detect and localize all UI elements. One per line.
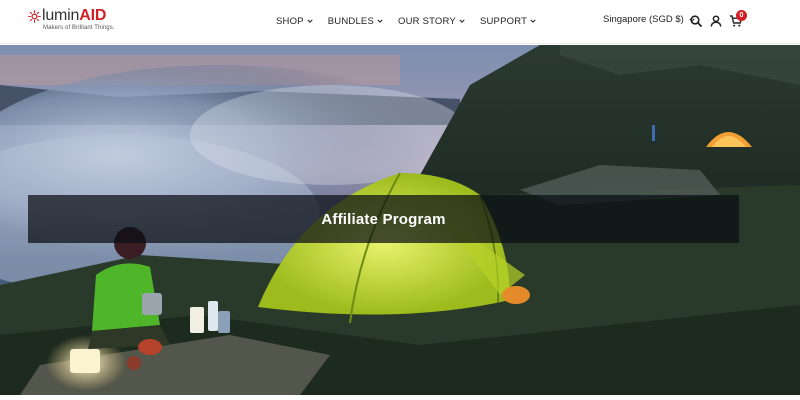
brand-name-part2: AID xyxy=(79,7,107,24)
nav-item-label: SHOP xyxy=(276,15,304,27)
cart-count-badge: 0 xyxy=(736,10,747,21)
chevron-down-icon xyxy=(377,19,383,23)
chevron-down-icon xyxy=(307,19,313,23)
brand-tagline: Makers of Brilliant Things. xyxy=(43,25,115,31)
chevron-down-icon xyxy=(459,19,465,23)
hero-banner: Affiliate Program xyxy=(28,195,739,243)
nav-item-bundles[interactable]: BUNDLES xyxy=(328,14,383,28)
chevron-down-icon xyxy=(530,19,536,23)
page-title: Affiliate Program xyxy=(321,210,446,228)
user-icon[interactable] xyxy=(709,14,723,28)
nav-item-support[interactable]: SUPPORT xyxy=(480,14,536,28)
site-header: luminAID Makers of Brilliant Things. SHO… xyxy=(0,0,800,44)
currency-label: Singapore (SGD $) xyxy=(603,14,684,25)
nav-item-label: BUNDLES xyxy=(327,15,375,27)
nav-item-our-story[interactable]: OUR STORY xyxy=(398,14,465,28)
hero-section: Affiliate Program xyxy=(0,45,800,395)
brand-name-part1: lumin xyxy=(42,7,80,24)
brand-wordmark: luminAID xyxy=(42,7,106,25)
nav-item-label: OUR STORY xyxy=(398,15,456,27)
nav-item-shop[interactable]: SHOP xyxy=(276,14,313,28)
currency-selector[interactable]: Singapore (SGD $) xyxy=(603,14,695,25)
brand-logo[interactable]: luminAID Makers of Brilliant Things. xyxy=(28,7,118,35)
nav-item-label: SUPPORT xyxy=(479,15,528,27)
search-icon[interactable] xyxy=(689,14,703,28)
main-nav: SHOP BUNDLES OUR STORY SUPPORT xyxy=(276,14,536,28)
sun-icon xyxy=(28,10,41,23)
